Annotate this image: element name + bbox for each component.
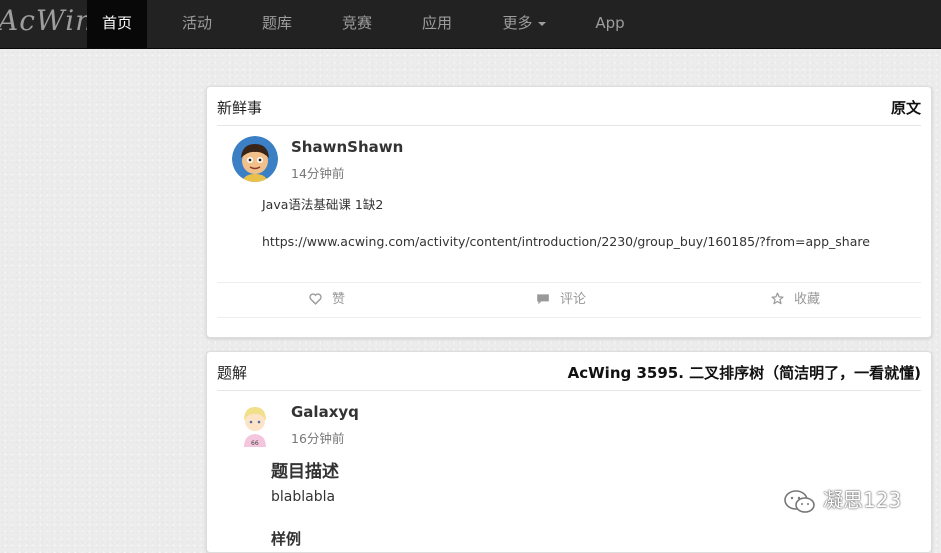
user-avatar-icon [232, 136, 278, 182]
post-actions: 赞 评论 收藏 [217, 282, 921, 318]
post-content-line: Java语法基础课 1缺2 [262, 197, 384, 212]
nav-item-problems[interactable]: 题库 [247, 0, 307, 48]
favorite-label: 收藏 [794, 292, 821, 307]
avatar[interactable] [232, 136, 278, 182]
post-author[interactable]: ShawnShawn [291, 138, 403, 156]
nav-item-more-dropdown[interactable]: 更多 [494, 0, 554, 48]
nav-item-activities[interactable]: 活动 [167, 0, 227, 48]
nav-item-more-label: 更多 [502, 14, 533, 32]
avatar[interactable]: 66 [232, 401, 278, 447]
wechat-icon [784, 489, 815, 513]
watermark-text: 凝思123 [823, 488, 902, 512]
post-time: 16分钟前 [291, 431, 345, 446]
post-author[interactable]: Galaxyq [291, 403, 359, 421]
star-icon [771, 292, 784, 305]
content-body: blablabla [271, 489, 336, 505]
like-button[interactable]: 赞 [309, 283, 345, 317]
nav-item-apps[interactable]: 应用 [407, 0, 467, 48]
original-link[interactable]: 原文 [891, 97, 921, 118]
user-avatar-icon: 66 [232, 401, 278, 447]
post-category: 题解 [217, 364, 248, 382]
wechat-watermark: 凝思123 [783, 484, 901, 514]
favorite-button[interactable]: 收藏 [771, 283, 820, 317]
comment-icon [537, 293, 549, 304]
post-time: 14分钟前 [291, 166, 345, 181]
post-card-solution: 题解 AcWing 3595. 二叉排序树（简洁明了，一看就懂) 66 Gala… [206, 351, 932, 553]
nav-item-home[interactable]: 首页 [87, 0, 147, 48]
post-header: 题解 AcWing 3595. 二叉排序树（简洁明了，一看就懂) [217, 352, 921, 391]
content-heading: 题目描述 [271, 462, 339, 482]
top-navbar: AcWing 首页 活动 题库 竞赛 应用 更多 App [0, 0, 941, 49]
svg-text:66: 66 [251, 440, 259, 447]
post-header: 新鲜事 原文 [217, 87, 921, 126]
solution-title-link[interactable]: AcWing 3595. 二叉排序树（简洁明了，一看就懂) [568, 362, 921, 383]
post-content-url[interactable]: https://www.acwing.com/activity/content/… [262, 234, 870, 249]
comment-label: 评论 [560, 292, 587, 307]
caret-down-icon [537, 21, 546, 26]
comment-button[interactable]: 评论 [536, 283, 586, 317]
like-label: 赞 [332, 292, 346, 307]
post-card-news: 新鲜事 原文 ShawnShawn 14分钟前 Java语法基础课 1缺2 ht… [206, 86, 932, 338]
nav-item-app[interactable]: App [580, 0, 640, 48]
post-category: 新鲜事 [217, 99, 263, 117]
content-heading-example: 样例 [271, 530, 302, 548]
heart-icon [309, 292, 322, 305]
nav-item-contests[interactable]: 竞赛 [327, 0, 387, 48]
